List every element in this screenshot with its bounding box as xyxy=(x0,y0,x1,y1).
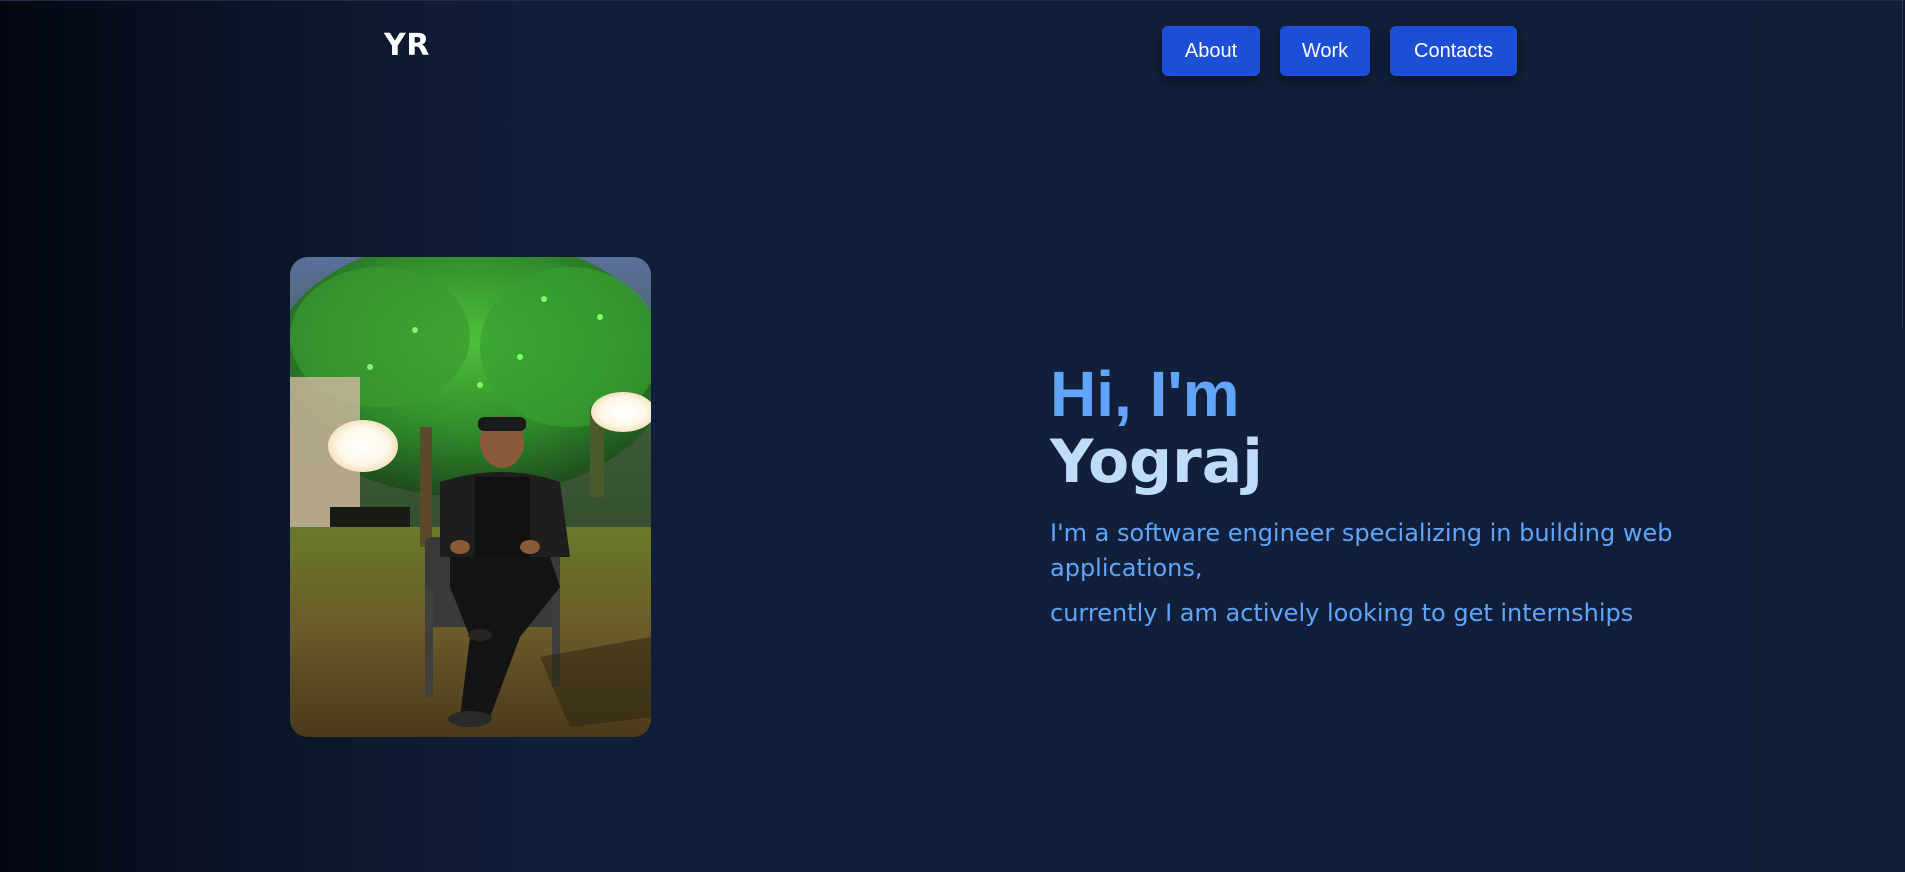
main-nav: About Work Contacts xyxy=(1162,26,1517,76)
hero-name: Yograj xyxy=(1050,427,1263,497)
top-border xyxy=(0,0,1905,1)
nav-contacts-button[interactable]: Contacts xyxy=(1390,26,1517,76)
nav-work-button[interactable]: Work xyxy=(1280,26,1370,76)
site-logo[interactable]: YR xyxy=(384,28,430,63)
hero-section: Hi, I'm Yograj I'm a software engineer s… xyxy=(1050,358,1690,631)
hero-greeting: Hi, I'm xyxy=(1050,358,1240,430)
hero-description: I'm a software engineer specializing in … xyxy=(1050,519,1673,582)
nav-about-button[interactable]: About xyxy=(1162,26,1260,76)
profile-photo xyxy=(290,257,651,737)
hero-description-secondary: currently I am actively looking to get i… xyxy=(1050,599,1634,627)
